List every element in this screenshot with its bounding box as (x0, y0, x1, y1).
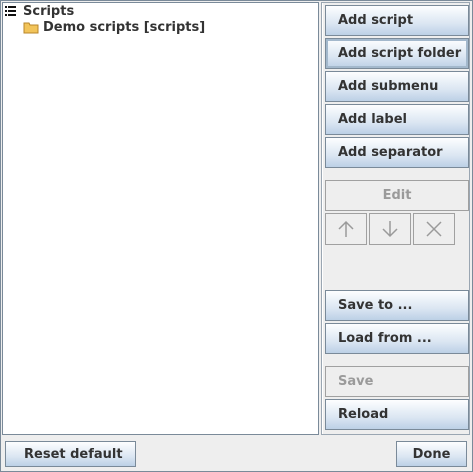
list-icon (5, 6, 16, 16)
arrow-down-icon (382, 221, 398, 238)
reload-button[interactable]: Reload (325, 399, 469, 430)
move-down-button[interactable] (369, 213, 411, 245)
tree-root-label: Scripts (23, 3, 75, 19)
tree-root-scripts[interactable]: Scripts (4, 3, 74, 19)
done-button[interactable]: Done (396, 441, 467, 467)
close-icon (426, 221, 442, 237)
edit-button[interactable]: Edit (325, 180, 469, 211)
move-up-button[interactable] (325, 213, 367, 245)
arrow-up-icon (338, 220, 354, 237)
tree-node-label: Demo scripts [scripts] (43, 19, 206, 35)
add-script-folder-button[interactable]: Add script folder (325, 38, 469, 69)
reset-default-button[interactable]: Reset default (5, 441, 136, 467)
save-button[interactable]: Save (325, 366, 469, 397)
save-to-button[interactable]: Save to ... (325, 290, 469, 321)
folder-icon (23, 22, 39, 33)
add-submenu-button[interactable]: Add submenu (325, 71, 469, 102)
add-script-button[interactable]: Add script (325, 5, 469, 36)
delete-button[interactable] (413, 213, 455, 245)
add-label-button[interactable]: Add label (325, 104, 469, 135)
scripts-tree[interactable]: Scripts Demo scripts [scripts] (2, 2, 319, 435)
add-separator-button[interactable]: Add separator (325, 137, 469, 168)
load-from-button[interactable]: Load from ... (325, 323, 469, 354)
tree-node-demo-scripts[interactable]: Demo scripts [scripts] (23, 19, 205, 35)
